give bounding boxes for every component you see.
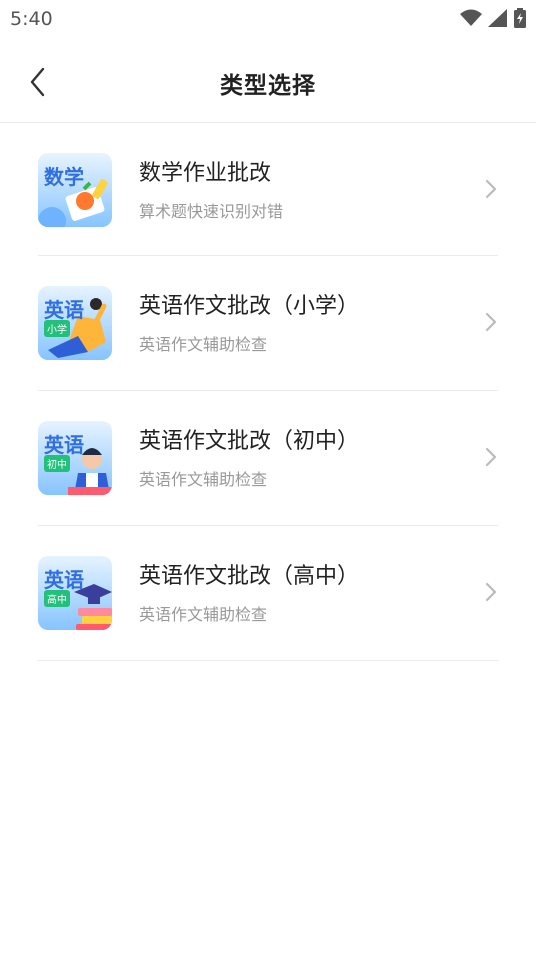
item-subtitle: 算术题快速识别对错 [139,202,284,221]
battery-icon [514,8,526,28]
chevron-right-icon [485,447,497,467]
list-item-english-primary[interactable]: 英语 小学 英语作文批改（小学） 英语作文辅助检查 [38,256,498,391]
item-subtitle: 英语作文辅助检查 [139,470,268,489]
grade-tag: 高中 [44,590,70,607]
signal-icon [488,9,507,27]
item-title: 英语作文批改（小学） [139,294,360,319]
item-title: 数学作业批改 [139,161,272,186]
page-title: 类型选择 [220,73,316,99]
list-item-english-middle[interactable]: 英语 初中 英语作文批改（初中） 英语作文辅助检查 [38,391,498,526]
chevron-right-icon [485,179,497,199]
wifi-icon [460,9,482,26]
item-subtitle: 英语作文辅助检查 [139,605,268,624]
chevron-right-icon [485,312,497,332]
item-title: 英语作文批改（初中） [139,429,360,454]
english-badge-text: 英语 [44,568,84,592]
header-bar: 类型选择 [0,40,536,123]
chevron-right-icon [485,582,497,602]
item-subtitle: 英语作文辅助检查 [139,335,268,354]
status-bar: 5:40 [0,0,536,40]
list-item-math[interactable]: 数学 数学作业批改 算术题快速识别对错 [38,123,498,256]
type-list: 数学 数学作业批改 算术题快速识别对错 英语 小学 英语作文批改（小学） 英语作… [0,123,536,661]
item-title: 英语作文批改（高中） [139,564,360,589]
math-badge-text: 数学 [44,165,84,189]
list-item-english-high[interactable]: 英语 高中 英语作文批改（高中） 英语作文辅助检查 [38,526,498,661]
status-time: 5:40 [10,8,53,30]
grade-tag: 初中 [44,455,70,472]
english-badge-text: 英语 [44,433,84,457]
english-badge-text: 英语 [44,298,84,322]
grade-tag: 小学 [44,320,70,337]
status-icons [460,8,526,28]
